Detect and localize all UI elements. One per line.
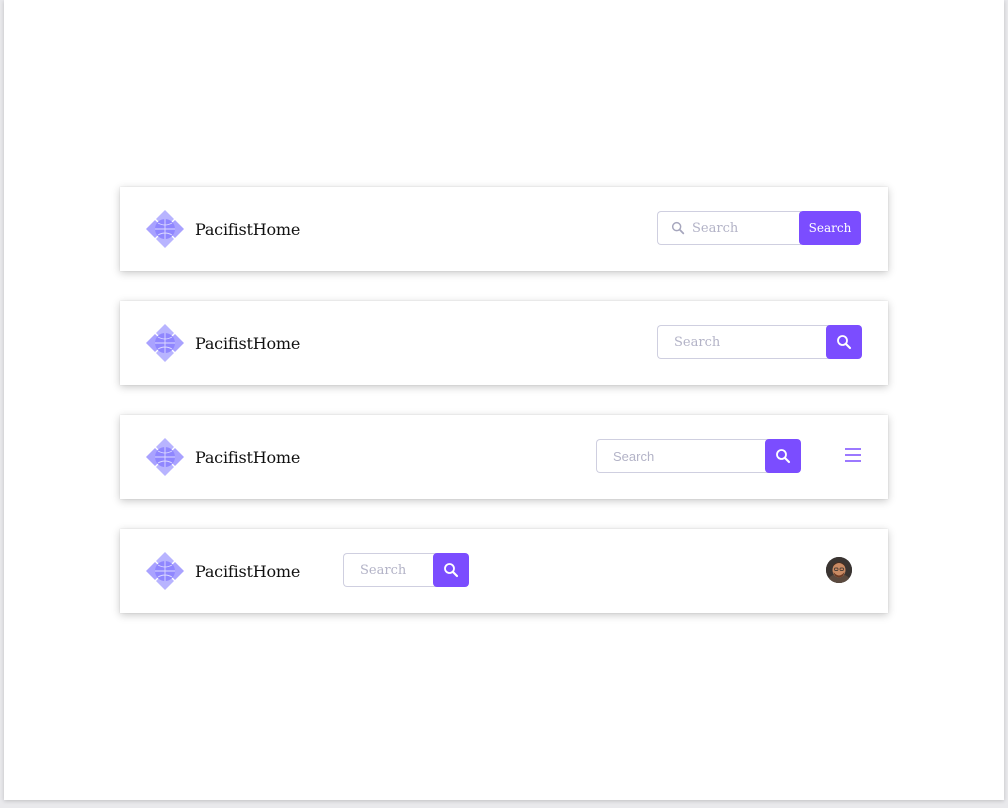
user-avatar[interactable] [826,557,852,583]
hamburger-menu-icon[interactable] [845,448,861,462]
lotus-globe-logo-icon [146,438,184,476]
lotus-globe-logo-icon [146,552,184,590]
search-group: Search Search [657,211,861,245]
navbar-variant-1: PacifistHome Search Search [120,187,888,271]
search-placeholder: Search [613,448,655,464]
search-group: Search [657,325,862,359]
brand[interactable]: PacifistHome [144,436,300,478]
canvas-frame: PacifistHome Search Search PacifistHome … [4,0,1004,800]
lotus-globe-logo-icon [146,210,184,248]
navbar-variant-4: PacifistHome Search [120,529,888,613]
search-input[interactable]: Search [343,553,437,587]
search-button[interactable] [826,325,862,359]
navbar-variant-2: PacifistHome Search [120,301,888,385]
search-button[interactable] [765,439,801,473]
search-icon [776,449,791,464]
search-button[interactable] [433,553,469,587]
brand-name: PacifistHome [195,447,301,467]
user-avatar-image [826,557,852,583]
search-input[interactable]: Search [657,211,801,245]
search-input[interactable]: Search [657,325,830,359]
search-group: Search [343,553,469,587]
lotus-globe-logo-icon [146,324,184,362]
brand-name: PacifistHome [195,333,301,353]
search-icon [671,221,685,235]
search-placeholder: Search [674,334,721,350]
search-input[interactable]: Search [596,439,769,473]
search-icon [837,335,852,350]
search-placeholder: Search [692,220,739,236]
brand-name: PacifistHome [195,561,301,581]
brand[interactable]: PacifistHome [144,208,300,250]
navbar-variant-3: PacifistHome Search [120,415,888,499]
search-group: Search [596,439,801,473]
brand[interactable]: PacifistHome [144,322,300,364]
brand[interactable]: PacifistHome [144,550,300,592]
search-icon [444,563,459,578]
search-button[interactable]: Search [799,211,861,245]
brand-name: PacifistHome [195,219,301,239]
search-placeholder: Search [360,562,407,578]
